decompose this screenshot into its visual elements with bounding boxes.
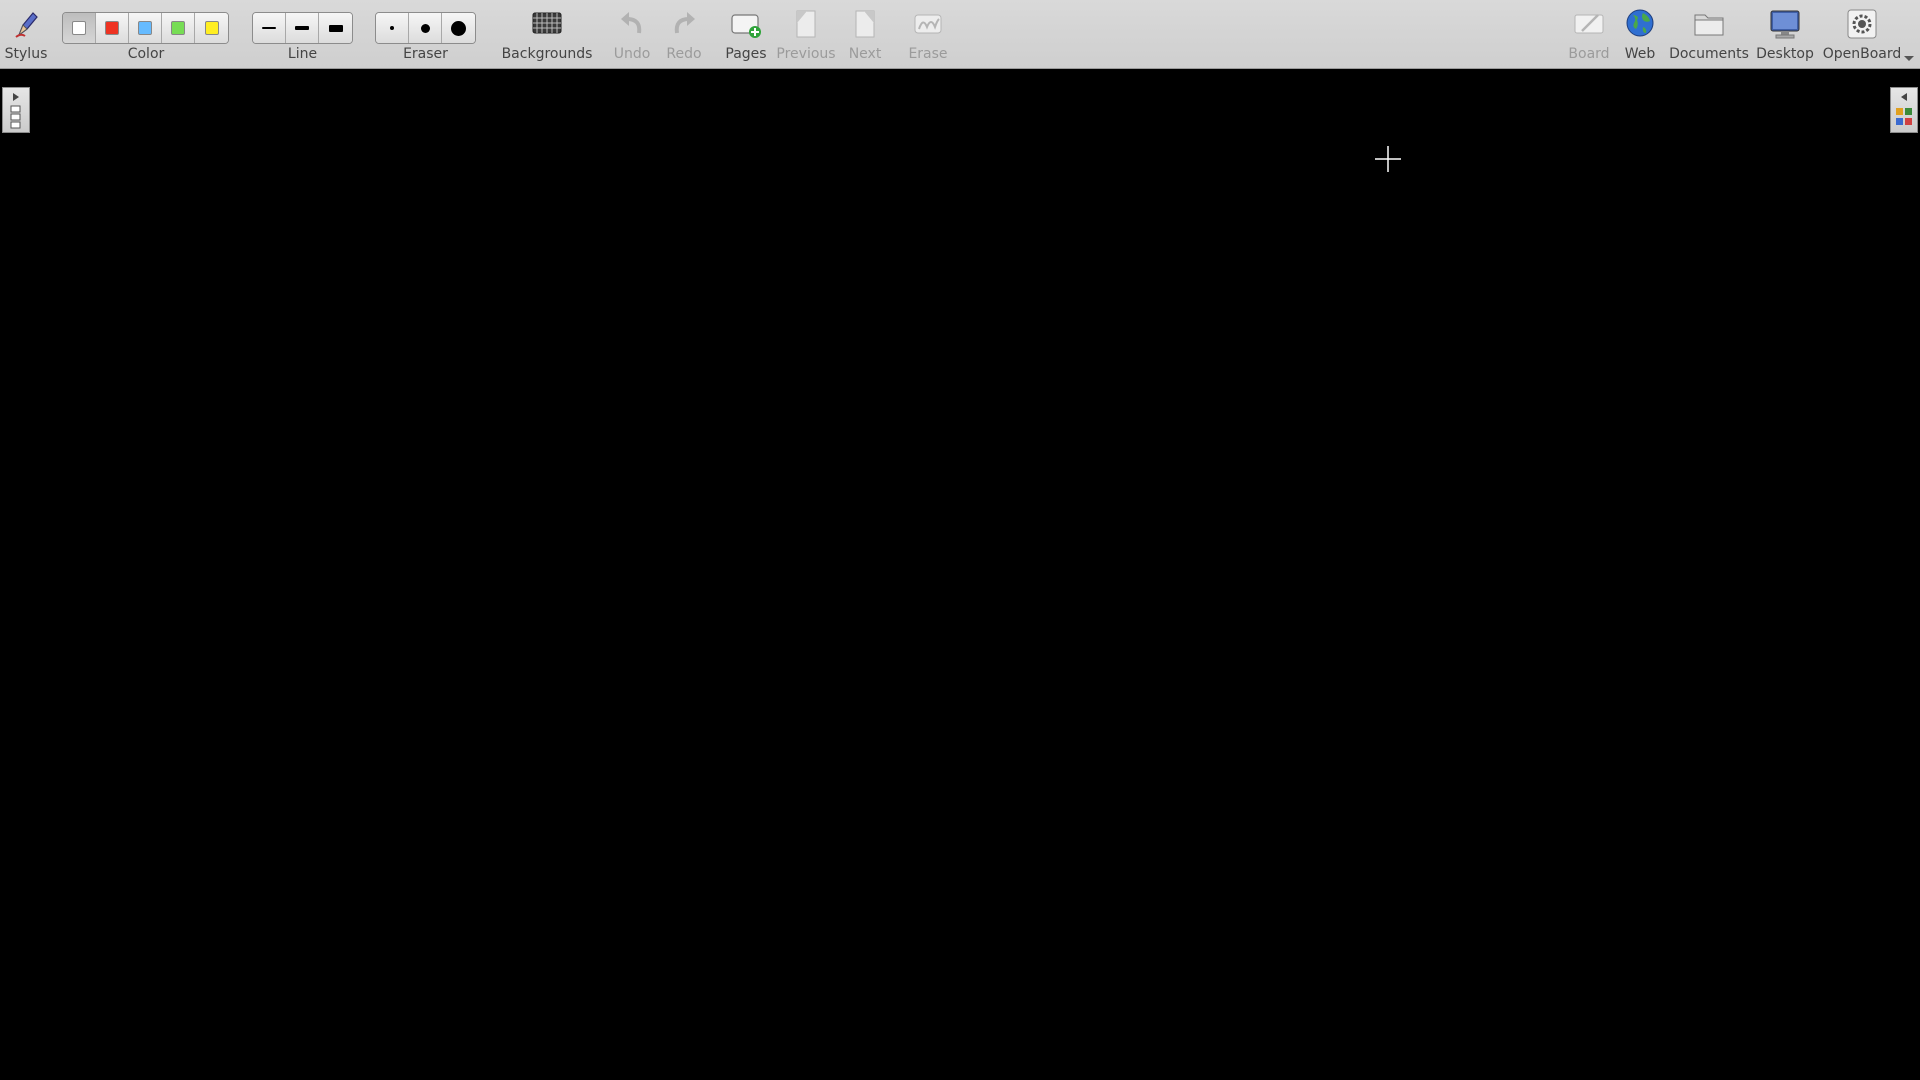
next-page-button[interactable]: Next (840, 0, 890, 69)
add-page-button[interactable]: Pages (722, 0, 770, 69)
medium-dot-icon (420, 23, 430, 33)
pages-panel-icon (10, 93, 21, 129)
yellow-swatch (204, 21, 219, 35)
color-palette (62, 12, 229, 44)
eraser-label: Eraser (403, 46, 448, 62)
red-swatch (105, 21, 119, 35)
line-label: Line (287, 46, 318, 62)
redo-label: Redo (666, 46, 702, 62)
previous-label: Previous (776, 46, 836, 62)
library-panel-icon (1896, 93, 1912, 125)
small-dot-icon (390, 26, 394, 30)
line-thin-button[interactable] (253, 13, 286, 43)
board-mode-button[interactable]: Board (1564, 0, 1614, 69)
next-label: Next (848, 46, 882, 62)
pages-label: Pages (725, 46, 767, 62)
redo-icon (667, 7, 701, 41)
stylus-label: Stylus (4, 46, 48, 62)
line-thick-button[interactable] (319, 13, 352, 43)
white-swatch (72, 21, 86, 35)
globe-icon (1623, 7, 1657, 41)
color-label: Color (127, 46, 165, 62)
color-white-button[interactable] (63, 13, 96, 43)
desktop-label: Desktop (1756, 46, 1814, 62)
previous-page-icon (789, 7, 823, 41)
erase-icon (911, 7, 945, 41)
gear-icon (1845, 7, 1879, 41)
backgrounds-label: Backgrounds (501, 46, 593, 62)
undo-button[interactable]: Undo (608, 0, 656, 69)
undo-label: Undo (613, 46, 651, 62)
color-green-button[interactable] (162, 13, 195, 43)
large-dot-icon (451, 20, 466, 36)
main-toolbar: Stylus Color Line Eraser Backgrounds Und… (0, 0, 1920, 69)
board-canvas[interactable] (0, 69, 1920, 1080)
openboard-label: OpenBoard (1822, 46, 1902, 62)
undo-icon (615, 7, 649, 41)
stylus-button[interactable]: Stylus (0, 0, 52, 69)
monitor-icon (1768, 7, 1802, 41)
redo-button[interactable]: Redo (660, 0, 708, 69)
green-swatch (171, 21, 185, 35)
right-palette-toggle[interactable] (1890, 87, 1918, 133)
board-icon (1572, 7, 1606, 41)
eraser-medium-button[interactable] (409, 13, 442, 43)
color-red-button[interactable] (96, 13, 129, 43)
chevron-down-icon[interactable] (1904, 56, 1914, 61)
medium-line-icon (295, 26, 309, 30)
web-mode-button[interactable]: Web (1616, 0, 1664, 69)
documents-label: Documents (1669, 46, 1749, 62)
crosshair-cursor-icon (1375, 146, 1401, 172)
eraser-large-button[interactable] (442, 13, 475, 43)
previous-page-button[interactable]: Previous (776, 0, 836, 69)
thin-line-icon (262, 27, 276, 29)
blue-swatch (138, 21, 152, 35)
line-width-selector (252, 12, 353, 44)
openboard-menu-button[interactable]: OpenBoard (1818, 0, 1906, 69)
next-page-icon (848, 7, 882, 41)
eraser-small-button[interactable] (376, 13, 409, 43)
add-page-icon (729, 7, 763, 41)
eraser-size-selector (375, 12, 476, 44)
openboard-window: Stylus Color Line Eraser Backgrounds Und… (0, 0, 1920, 1080)
erase-button[interactable]: Erase (903, 0, 953, 69)
documents-mode-button[interactable]: Documents (1668, 0, 1750, 69)
color-blue-button[interactable] (129, 13, 162, 43)
desktop-mode-button[interactable]: Desktop (1756, 0, 1814, 69)
stylus-icon (9, 7, 43, 41)
erase-label: Erase (908, 46, 948, 62)
left-palette-toggle[interactable] (2, 87, 30, 133)
backgrounds-button[interactable]: Backgrounds (500, 0, 594, 69)
color-yellow-button[interactable] (195, 13, 228, 43)
board-label: Board (1568, 46, 1610, 62)
web-label: Web (1624, 46, 1656, 62)
folder-icon (1692, 7, 1726, 41)
line-medium-button[interactable] (286, 13, 319, 43)
thick-line-icon (328, 24, 343, 32)
backgrounds-icon (530, 7, 564, 41)
